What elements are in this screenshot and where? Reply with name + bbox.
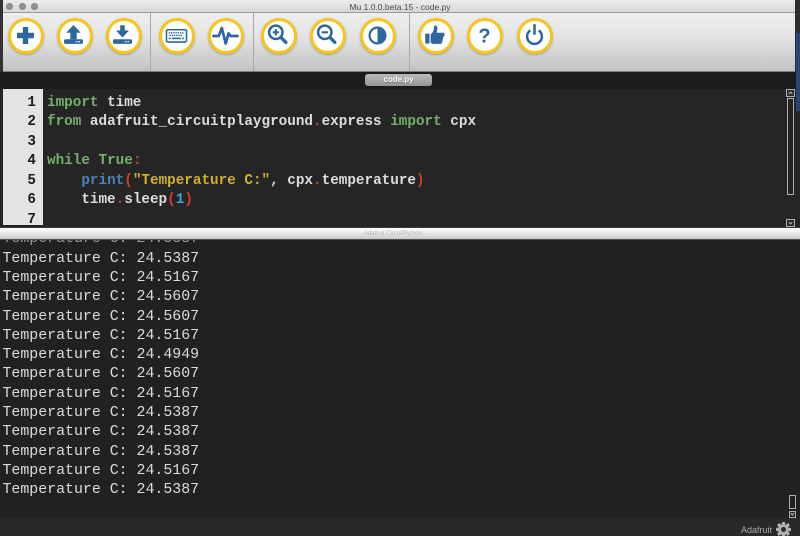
svg-text:?: ? — [478, 25, 490, 47]
